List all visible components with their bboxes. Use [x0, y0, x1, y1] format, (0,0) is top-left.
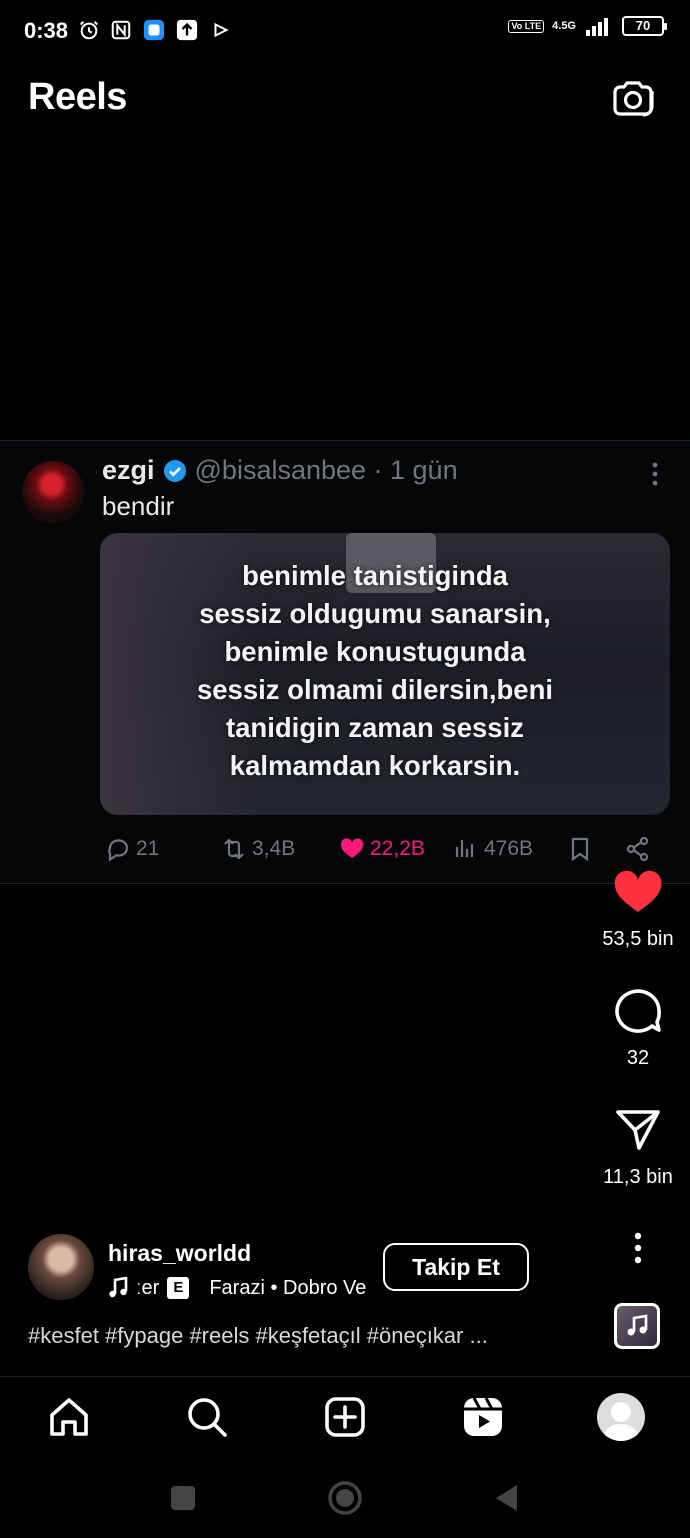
- play-store-icon: [214, 22, 229, 38]
- home-icon: [50, 1398, 88, 1436]
- views-count: 476B: [484, 837, 534, 860]
- upload-icon: [176, 19, 198, 41]
- signal-icon: [586, 18, 608, 36]
- tweet-actions: 21 3,4B 22,2B 476B: [100, 835, 660, 865]
- alarm-icon: [80, 21, 98, 40]
- page-title: Reels: [28, 76, 127, 118]
- status-right: Vo LTE 4.5G 70: [508, 16, 667, 36]
- comment-action: 32: [590, 985, 686, 1070]
- volte-badge: Vo LTE: [508, 19, 545, 33]
- shares-count: 11,3 bin: [603, 1166, 673, 1188]
- nav-create[interactable]: [323, 1395, 367, 1439]
- tweet-more-icon: [652, 462, 658, 486]
- tweet-retweet: 3,4B: [220, 835, 295, 863]
- author-avatar[interactable]: [28, 1234, 94, 1300]
- tweet-reply: 21: [104, 835, 159, 863]
- nav-home[interactable]: [47, 1395, 91, 1439]
- follow-button[interactable]: Takip Et: [383, 1243, 529, 1291]
- music-prefix: ːer: [136, 1276, 160, 1299]
- system-nav: [0, 1460, 690, 1538]
- nav-reels[interactable]: [461, 1395, 505, 1439]
- explicit-badge: E: [167, 1277, 190, 1299]
- quote-line: tanidigin zaman sessiz: [225, 712, 524, 743]
- quote-line: sessiz oldugumu sanarsin,: [199, 598, 551, 629]
- nfc-icon: [111, 20, 131, 40]
- retweet-icon: [224, 838, 244, 860]
- nav-search[interactable]: [185, 1395, 229, 1439]
- tweet-avatar: [22, 461, 84, 523]
- status-time: 0:38: [24, 18, 69, 43]
- heart-icon: [340, 838, 364, 858]
- tweet-media-image: benimle tanistiginda sessiz oldugumu san…: [100, 533, 670, 815]
- likes-count: 53,5 bin: [602, 928, 674, 950]
- author-username[interactable]: hiras_worldd: [108, 1240, 251, 1267]
- search-icon: [188, 1398, 227, 1437]
- media-quote-text: benimle tanistiginda sessiz oldugumu san…: [100, 557, 650, 785]
- quote-line: benimle konustugunda: [224, 636, 526, 667]
- tweet-views: 476B: [452, 835, 533, 863]
- tweet-header: ezgi @bisalsanbee · 1 gün: [102, 455, 458, 486]
- like-action: 53,5 bin: [590, 866, 686, 951]
- quote-line: sessiz olmami dilersin,beni: [196, 674, 554, 705]
- reel-video[interactable]: ezgi @bisalsanbee · 1 gün bendir benimle…: [0, 440, 690, 884]
- recents-button[interactable]: [163, 1478, 203, 1518]
- bottom-nav: [0, 1376, 690, 1460]
- retweet-count: 3,4B: [252, 837, 296, 860]
- audio-thumbnail[interactable]: [614, 1303, 660, 1349]
- tweet-text: bendir: [102, 491, 175, 521]
- music-note-icon: [627, 1314, 648, 1336]
- more-options-icon[interactable]: [626, 1230, 650, 1266]
- reply-count: 21: [136, 837, 160, 860]
- share-icon[interactable]: [612, 1104, 664, 1156]
- tweet-like: 22,2B: [338, 835, 425, 863]
- battery-indicator: 70: [622, 16, 667, 36]
- music-note-icon: [109, 1277, 128, 1298]
- tweet-author-name: ezgi: [102, 455, 155, 485]
- tweet-share-icon: [626, 836, 649, 862]
- heart-icon[interactable]: [612, 866, 664, 918]
- camera-icon[interactable]: [610, 76, 656, 122]
- like-count: 22,2B: [370, 837, 425, 860]
- reel-caption[interactable]: #kesfet #fypage #reels #keşfetaçıl #öneç…: [28, 1323, 488, 1349]
- profile-avatar[interactable]: [597, 1393, 645, 1441]
- verified-badge-icon: [163, 459, 186, 482]
- comment-icon[interactable]: [612, 985, 664, 1037]
- network-type: 4.5G: [552, 20, 576, 32]
- music-track: Farazi • Dobro Ve: [209, 1276, 367, 1299]
- share-action: 11,3 bin: [590, 1104, 686, 1189]
- status-bar: 0:38 Vo LTE 4.5G 70: [0, 0, 690, 62]
- bookmark-icon: [571, 837, 589, 862]
- views-icon: [455, 840, 474, 857]
- quote-line: benimle tanistiginda: [242, 560, 508, 591]
- tweet-handle: @bisalsanbee · 1 gün: [194, 455, 458, 485]
- reply-icon: [108, 839, 129, 862]
- create-icon: [325, 1397, 365, 1437]
- comments-count: 32: [626, 1047, 650, 1069]
- back-button[interactable]: [487, 1478, 527, 1518]
- quote-line: kalmamdan korkarsin.: [229, 750, 521, 781]
- reels-icon: [464, 1397, 502, 1436]
- music-info[interactable]: ːer E Farazi • Dobro Ve: [108, 1275, 368, 1301]
- home-button[interactable]: [325, 1478, 365, 1518]
- messenger-icon: [143, 19, 165, 41]
